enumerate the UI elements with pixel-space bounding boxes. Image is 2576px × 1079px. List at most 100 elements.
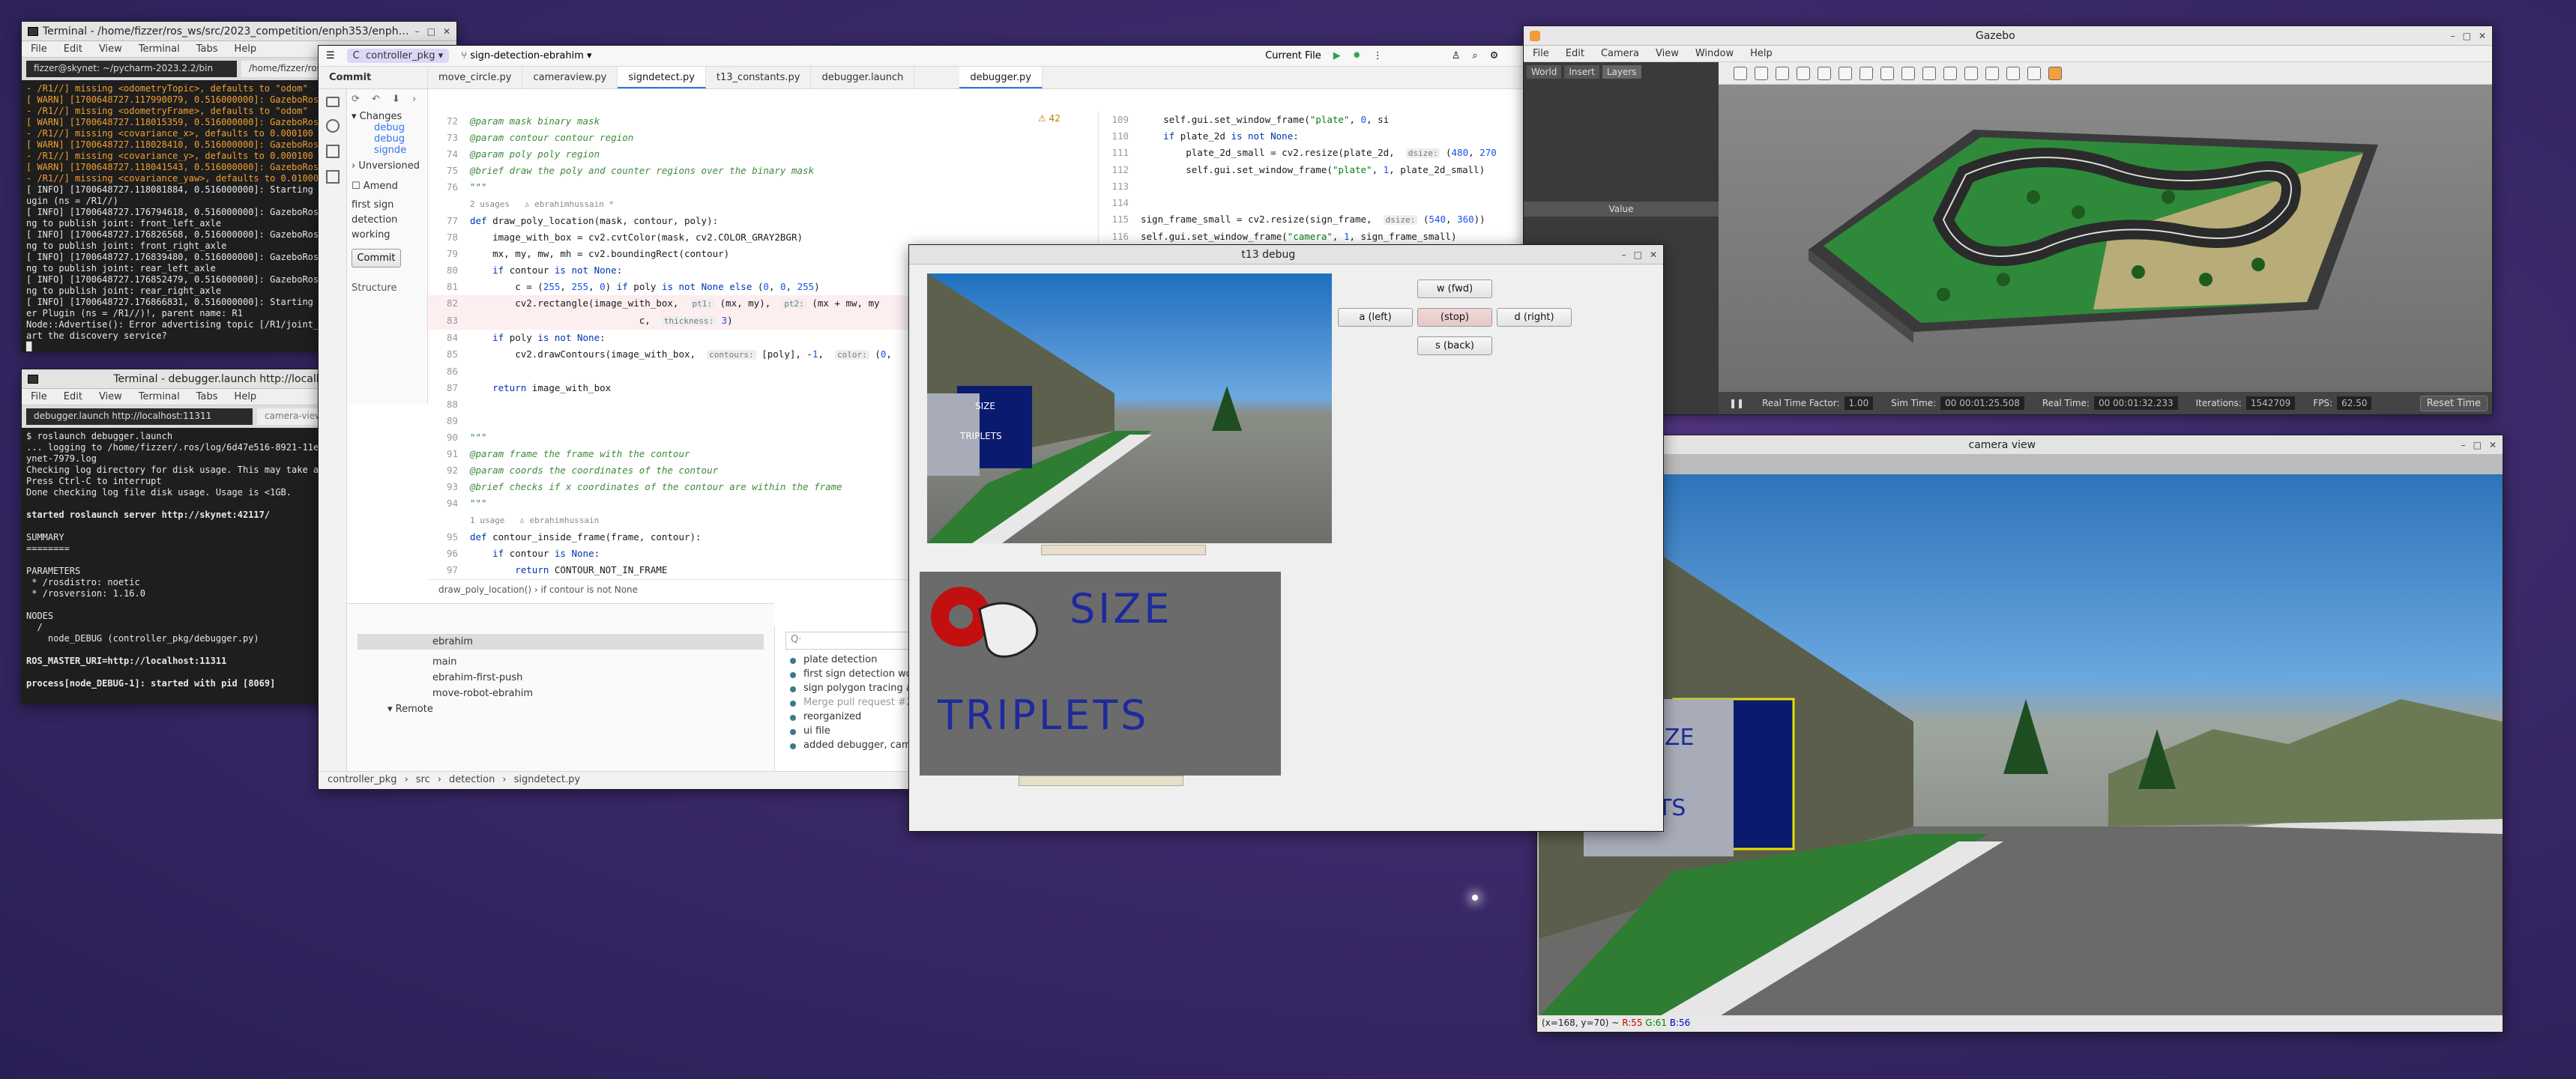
menu-item-view[interactable]: View: [1656, 48, 1679, 59]
crop-scrollbar[interactable]: [1019, 776, 1183, 786]
screenshot-icon[interactable]: [2027, 66, 2041, 80]
status-crumb[interactable]: controller_pkg: [328, 774, 397, 787]
left-button[interactable]: a (left): [1338, 308, 1413, 327]
box-icon[interactable]: [1859, 66, 1873, 80]
status-crumb[interactable]: detection: [449, 774, 495, 787]
select-icon[interactable]: [1734, 66, 1747, 80]
branch-item[interactable]: main: [358, 654, 764, 670]
run-config-selector[interactable]: Current File: [1265, 50, 1321, 61]
more-icon[interactable]: ⋮: [1373, 50, 1383, 61]
branch-item-local[interactable]: ebrahim: [358, 634, 764, 650]
branch-item[interactable]: move-robot-ebrahim: [358, 686, 764, 701]
amend-checkbox[interactable]: ☐ Amend: [352, 181, 423, 192]
menu-item-view[interactable]: View: [99, 391, 122, 402]
scale-icon[interactable]: [1797, 66, 1810, 80]
close-icon[interactable]: ✕: [1650, 250, 1657, 260]
structure-label[interactable]: Structure: [352, 282, 423, 294]
tab-cameraview[interactable]: cameraview.py: [522, 67, 618, 88]
menu-item-tabs[interactable]: Tabs: [196, 43, 218, 55]
debug-window[interactable]: t13 debug – □ ✕ SIZE TRIPLETS SIZE TRIPLET…: [908, 244, 1664, 832]
menu-item-help[interactable]: Help: [235, 391, 257, 402]
minimize-icon[interactable]: –: [415, 26, 420, 37]
minimize-icon[interactable]: –: [2451, 31, 2455, 41]
redo-icon[interactable]: [1839, 66, 1852, 80]
copy-icon[interactable]: [1943, 66, 1957, 80]
user-icon[interactable]: ♙: [1452, 50, 1461, 61]
camera-view-window[interactable]: camera view – □ ✕ SIZE ETS (x=168, y=70) ~…: [1536, 435, 2503, 1033]
rotate-icon[interactable]: [1776, 66, 1789, 80]
minimize-icon[interactable]: –: [1622, 250, 1626, 260]
terminal-tab[interactable]: fizzer@skynet: ~/pycharm-2023.2.2/bin: [26, 61, 237, 77]
title-bar[interactable]: Gazebo – □ ✕: [1524, 26, 2492, 46]
run-icon[interactable]: ▶: [1333, 50, 1341, 61]
maximize-icon[interactable]: □: [2463, 31, 2471, 41]
warning-count[interactable]: ⚠ 42: [1038, 113, 1061, 124]
menu-item-file[interactable]: File: [1533, 48, 1549, 59]
changed-file[interactable]: debug: [374, 122, 423, 133]
debug-icon[interactable]: ✹: [1353, 50, 1361, 61]
right-button[interactable]: d (right): [1497, 308, 1572, 327]
align-icon[interactable]: [1985, 66, 1999, 80]
gazebo-window[interactable]: Gazebo – □ ✕ File Edit Camera View Window Help …: [1523, 25, 2493, 415]
back-button[interactable]: s (back): [1417, 336, 1492, 355]
minimize-icon[interactable]: –: [2461, 440, 2466, 450]
commit-message[interactable]: first sign detection working: [352, 198, 423, 243]
folder-icon[interactable]: [326, 97, 340, 107]
changed-file[interactable]: debug: [374, 133, 423, 145]
branch-selector[interactable]: ⑂ sign-detection-ebrahim ▾: [461, 50, 591, 61]
close-icon[interactable]: ✕: [2479, 31, 2486, 41]
maximize-icon[interactable]: □: [2473, 440, 2482, 450]
menu-item-edit[interactable]: Edit: [64, 43, 82, 55]
tab-signdetect[interactable]: signdetect.py: [618, 67, 706, 88]
menu-item-help[interactable]: Help: [1750, 48, 1773, 59]
gazebo-scene[interactable]: [1719, 85, 2492, 392]
panel-tab-layers[interactable]: Layers: [1602, 65, 1641, 79]
commit-icon[interactable]: [326, 119, 340, 133]
status-crumb[interactable]: signdetect.py: [514, 774, 581, 787]
close-icon[interactable]: ✕: [2489, 440, 2497, 450]
tab-debugger-py[interactable]: debugger.py: [959, 67, 1043, 88]
menu-item-window[interactable]: Window: [1695, 48, 1734, 59]
tab-t13-constants[interactable]: t13_constants.py: [706, 67, 812, 88]
forward-button[interactable]: w (fwd): [1417, 279, 1492, 298]
record-icon[interactable]: [2048, 66, 2062, 80]
paste-icon[interactable]: [1964, 66, 1978, 80]
structure-icon[interactable]: [326, 170, 340, 184]
camera-image[interactable]: SIZE ETS: [1539, 474, 2503, 1017]
title-bar[interactable]: t13 debug – □ ✕: [909, 245, 1663, 265]
snap-icon[interactable]: [2006, 66, 2020, 80]
commit-button[interactable]: Commit: [352, 249, 401, 268]
status-crumb[interactable]: src: [416, 774, 430, 787]
pause-icon[interactable]: ❚❚: [1729, 398, 1744, 408]
translate-icon[interactable]: [1755, 66, 1768, 80]
branch-item[interactable]: ebrahim-first-push: [358, 670, 764, 686]
feed-scrollbar[interactable]: [1041, 545, 1206, 555]
panel-tab-world[interactable]: World: [1527, 65, 1562, 79]
menu-item-view[interactable]: View: [99, 43, 122, 55]
terminal-tab[interactable]: debugger.launch http://localhost:11311: [26, 408, 253, 425]
stop-button[interactable]: (stop): [1417, 308, 1492, 327]
title-bar[interactable]: Terminal - /home/fizzer/ros_ws/src/2023_…: [22, 22, 456, 41]
pull-request-icon[interactable]: [326, 145, 340, 158]
menu-item-edit[interactable]: Edit: [64, 391, 82, 402]
panel-tab-insert[interactable]: Insert: [1564, 65, 1599, 79]
title-bar[interactable]: camera view – □ ✕: [1537, 435, 2503, 455]
tab-debugger-launch[interactable]: debugger.launch: [811, 67, 915, 88]
menu-item-terminal[interactable]: Terminal: [139, 43, 180, 55]
maximize-icon[interactable]: □: [1634, 250, 1642, 260]
changes-group[interactable]: ▾ Changes: [352, 111, 423, 122]
remote-group[interactable]: ▾ Remote: [358, 701, 764, 717]
reset-time-button[interactable]: Reset Time: [2419, 395, 2488, 411]
menu-item-edit[interactable]: Edit: [1566, 48, 1584, 59]
menu-item-file[interactable]: File: [31, 43, 47, 55]
changed-file[interactable]: signde: [374, 145, 423, 156]
menu-item-file[interactable]: File: [31, 391, 47, 402]
tab-commit[interactable]: Commit: [319, 67, 428, 88]
unversioned-group[interactable]: › Unversioned: [352, 160, 423, 172]
search-icon[interactable]: ⌕: [1472, 50, 1477, 61]
menu-item-help[interactable]: Help: [235, 43, 257, 55]
project-selector[interactable]: C controller_pkg ▾: [346, 49, 450, 63]
menu-icon[interactable]: ☰: [326, 50, 335, 61]
menu-item-camera[interactable]: Camera: [1601, 48, 1639, 59]
menu-item-terminal[interactable]: Terminal: [139, 391, 180, 402]
